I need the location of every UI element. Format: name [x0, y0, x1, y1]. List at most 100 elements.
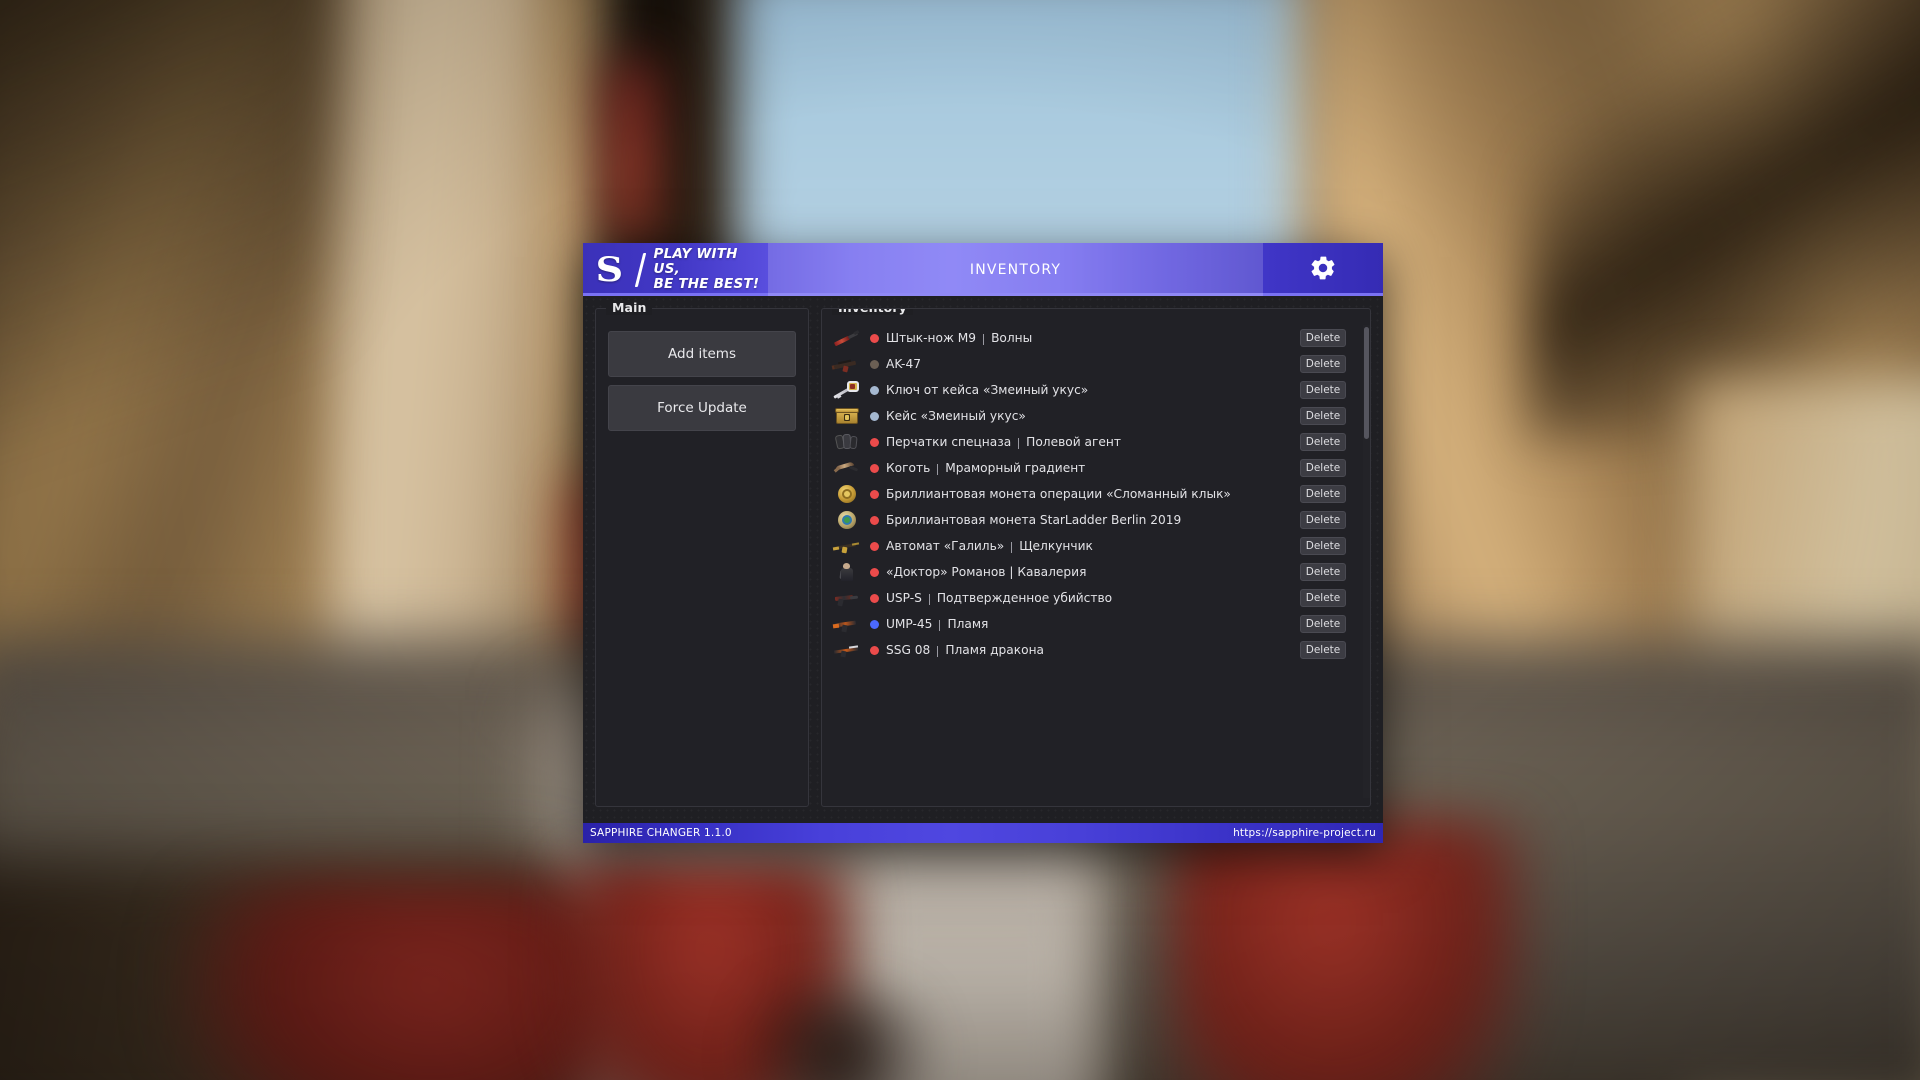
- tab-strip: INVENTORY: [768, 243, 1263, 296]
- delete-item-button[interactable]: Delete: [1300, 641, 1346, 659]
- inventory-group-panel: Inventory Штык-нож M9Волны Delete AK-47 Del…: [821, 308, 1371, 807]
- delete-item-button[interactable]: Delete: [1300, 329, 1346, 347]
- item-name: Ключ от кейса «Змеиный укус»: [886, 383, 1089, 397]
- item-name: Автомат «Галиль» Щелкунчик: [886, 539, 1093, 553]
- inventory-row[interactable]: Коготь Мраморный градиент Delete: [832, 455, 1362, 481]
- gloves-icon: [832, 431, 862, 453]
- item-skin: Пламя: [947, 617, 989, 631]
- rarity-dot: [870, 593, 879, 603]
- inventory-row[interactable]: Автомат «Галиль» Щелкунчик Delete: [832, 533, 1362, 559]
- delete-item-button[interactable]: Delete: [1300, 433, 1346, 451]
- name-skin-separator: [937, 463, 939, 475]
- delete-item-button[interactable]: Delete: [1300, 355, 1346, 373]
- inventory-row[interactable]: Штык-нож M9 Волны Delete: [832, 325, 1362, 351]
- delete-item-button[interactable]: Delete: [1300, 537, 1346, 555]
- rarity-dot: [870, 411, 879, 421]
- item-skin: Щелкунчик: [1019, 539, 1093, 553]
- item-skin: Полевой агент: [1026, 435, 1121, 449]
- agent-icon: [832, 561, 862, 583]
- gear-icon: [1308, 253, 1338, 287]
- item-name: Бриллиантовая монета StarLadder Berlin 2…: [886, 513, 1182, 527]
- settings-button[interactable]: [1263, 243, 1383, 296]
- rarity-dot: [870, 541, 879, 551]
- name-skin-separator: [928, 593, 930, 605]
- rarity-dot: [870, 333, 879, 343]
- rifle-ak47-icon: [831, 353, 862, 375]
- knife-m9-icon: [832, 327, 862, 349]
- inventory-row[interactable]: USP-S Подтвержденное убийство Delete: [832, 585, 1362, 611]
- rarity-dot: [870, 489, 879, 499]
- delete-item-button[interactable]: Delete: [1300, 563, 1346, 581]
- case-key-icon: [832, 379, 862, 401]
- item-name: Бриллиантовая монета операции «Сломанный…: [886, 487, 1231, 501]
- sapphire-s-logo: S: [595, 249, 623, 290]
- force-update-button[interactable]: Force Update: [608, 385, 796, 431]
- brand-area: S PLAY WITH US, BE THE BEST!: [583, 243, 768, 296]
- inventory-row[interactable]: Бриллиантовая монета операции «Сломанный…: [832, 481, 1362, 507]
- add-items-button[interactable]: Add items: [608, 331, 796, 377]
- rarity-dot: [870, 463, 879, 473]
- status-bar: SAPPHIRE CHANGER 1.1.0 https://sapphire-…: [583, 823, 1383, 843]
- item-skin: Пламя дракона: [945, 643, 1045, 657]
- rarity-dot: [870, 359, 879, 369]
- weapon-case-icon: [832, 405, 862, 427]
- brand-tagline: PLAY WITH US, BE THE BEST!: [653, 246, 760, 292]
- item-name: SSG 08 Пламя дракона: [886, 643, 1045, 657]
- item-name: AK-47: [886, 357, 921, 371]
- brand-slash-divider: [634, 252, 646, 287]
- inventory-group-title: Inventory: [832, 309, 913, 315]
- inventory-rows-container: Штык-нож M9 Волны Delete AK-47 Delete Ключ от…: [831, 325, 1362, 663]
- delete-item-button[interactable]: Delete: [1300, 511, 1346, 529]
- inventory-scrollbar-thumb[interactable]: [1364, 327, 1369, 439]
- name-skin-separator: [1011, 541, 1013, 553]
- item-name: UMP-45 Пламя: [886, 617, 989, 631]
- website-link[interactable]: https://sapphire-project.ru: [1233, 827, 1376, 839]
- inventory-row[interactable]: Бриллиантовая монета StarLadder Berlin 2…: [832, 507, 1362, 533]
- inventory-row[interactable]: UMP-45 Пламя Delete: [832, 611, 1362, 637]
- delete-item-button[interactable]: Delete: [1300, 589, 1346, 607]
- inventory-row[interactable]: Ключ от кейса «Змеиный укус» Delete: [832, 377, 1362, 403]
- delete-item-button[interactable]: Delete: [1300, 407, 1346, 425]
- item-name: Штык-нож M9 Волны: [886, 331, 1033, 345]
- inventory-row[interactable]: AK-47 Delete: [831, 351, 1362, 377]
- pistol-usps-icon: [832, 587, 862, 609]
- app-version-label: SAPPHIRE CHANGER 1.1.0: [590, 827, 732, 839]
- item-skin: Волны: [991, 331, 1033, 345]
- item-skin: Подтвержденное убийство: [936, 591, 1113, 605]
- item-skin: Мраморный градиент: [945, 461, 1086, 475]
- tab-inventory[interactable]: INVENTORY: [768, 243, 1263, 296]
- coin-broken-fang-icon: [832, 483, 862, 505]
- window-body: Main Add items Force Update Inventory Шт…: [583, 296, 1383, 823]
- inventory-scrollbar[interactable]: [1363, 325, 1370, 798]
- delete-item-button[interactable]: Delete: [1300, 381, 1346, 399]
- main-group-title: Main: [606, 300, 653, 315]
- item-name: Перчатки спецназа Полевой агент: [886, 435, 1121, 449]
- item-name: «Доктор» Романов | Кавалерия: [886, 565, 1087, 579]
- main-group-panel: Main Add items Force Update: [595, 300, 809, 807]
- delete-item-button[interactable]: Delete: [1300, 485, 1346, 503]
- smg-ump45-icon: [832, 613, 862, 635]
- name-skin-separator: [937, 645, 939, 657]
- rarity-dot: [870, 515, 879, 525]
- sniper-ssg08-icon: [832, 639, 862, 661]
- rarity-dot: [870, 437, 879, 447]
- name-skin-separator: [939, 619, 941, 631]
- name-skin-separator: [983, 333, 985, 345]
- inventory-list: Штык-нож M9 Волны Delete AK-47 Delete Ключ от…: [822, 325, 1370, 798]
- sapphire-changer-window: S PLAY WITH US, BE THE BEST! INVENTORY M…: [583, 243, 1383, 843]
- rifle-galil-icon: [832, 535, 862, 557]
- item-name: USP-S Подтвержденное убийство: [886, 591, 1113, 605]
- item-name: Коготь Мраморный градиент: [886, 461, 1086, 475]
- coin-starladder-icon: [832, 509, 862, 531]
- rarity-dot: [870, 645, 879, 655]
- inventory-row[interactable]: Перчатки спецназа Полевой агент Delete: [832, 429, 1362, 455]
- title-bar: S PLAY WITH US, BE THE BEST! INVENTORY: [583, 243, 1383, 296]
- delete-item-button[interactable]: Delete: [1300, 459, 1346, 477]
- knife-karambit-icon: [832, 457, 862, 479]
- rarity-dot: [870, 619, 879, 629]
- rarity-dot: [870, 385, 879, 395]
- inventory-row[interactable]: «Доктор» Романов | Кавалерия Delete: [832, 559, 1362, 585]
- delete-item-button[interactable]: Delete: [1300, 615, 1346, 633]
- inventory-row[interactable]: SSG 08 Пламя дракона Delete: [832, 637, 1362, 663]
- inventory-row[interactable]: Кейс «Змеиный укус» Delete: [832, 403, 1362, 429]
